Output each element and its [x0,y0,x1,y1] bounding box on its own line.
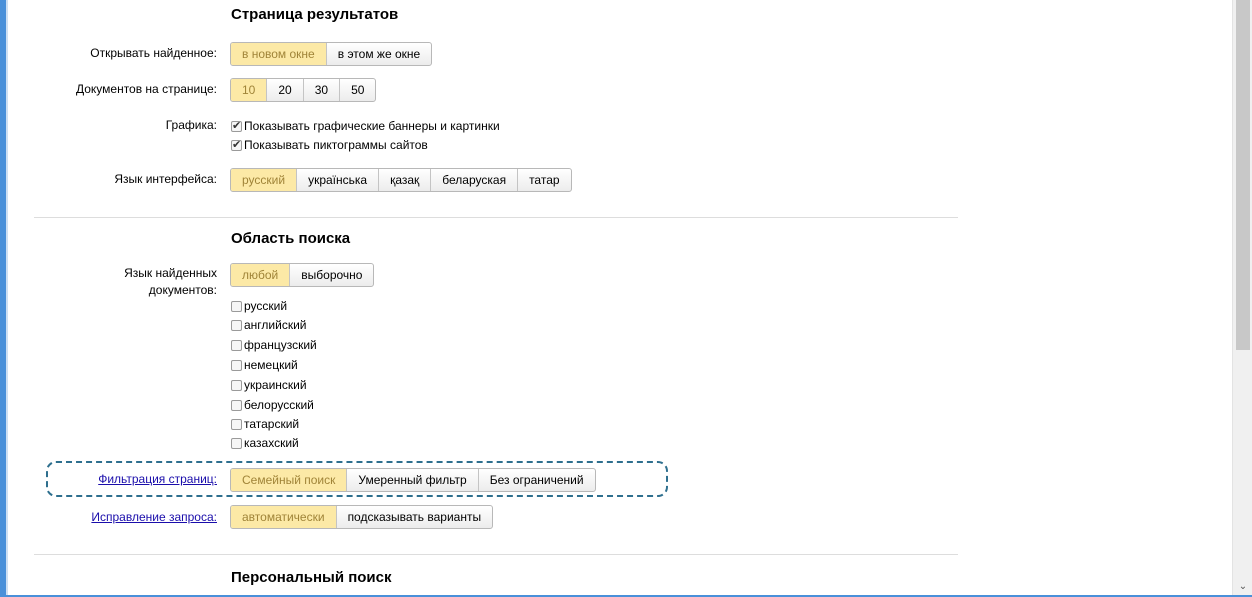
doc-lang-belarusian-option[interactable]: белорусский [231,397,314,413]
docs-per-page-10-button[interactable]: 10 [231,79,267,101]
lang-ukrainian-button[interactable]: українська [296,169,378,191]
interface-language-toggle: русский українська қазақ беларуская тата… [230,168,572,192]
docs-language-label-line2: документов: [148,283,217,297]
checkbox[interactable] [231,339,242,351]
open-same-window-button[interactable]: в этом же окне [325,43,431,65]
doc-lang-english-option[interactable]: английский [231,317,306,333]
doc-lang-french-option[interactable]: французский [231,337,317,353]
section-title-results: Страница результатов [231,6,399,23]
doc-lang-label: английский [244,318,307,332]
docs-per-page-toggle: 10 20 30 50 [230,78,377,102]
docs-language-label-line1: Язык найденных [124,266,217,280]
doc-lang-ukrainian-option[interactable]: украинский [231,377,307,393]
docs-language-selective-button[interactable]: выборочно [289,264,373,286]
moderate-filter-button[interactable]: Умеренный фильтр [346,469,477,491]
doc-lang-label: белорусский [244,398,314,412]
open-new-window-button[interactable]: в новом окне [231,43,326,65]
graphics-label: Графика: [165,118,217,132]
doc-lang-tatar-option[interactable]: татарский [231,416,299,432]
doc-lang-label: немецкий [244,358,298,372]
checkbox[interactable] [231,319,242,331]
checkbox[interactable] [231,359,242,371]
doc-lang-label: украинский [244,378,307,392]
page-filter-link[interactable]: Фильтрация страниц: [17,472,217,487]
open-found-toggle: в новом окне в этом же окне [230,42,433,66]
docs-per-page-30-button[interactable]: 30 [302,79,339,101]
doc-lang-label: татарский [244,417,300,431]
lang-russian-button[interactable]: русский [231,169,297,191]
interface-language-label: Язык интерфейса: [114,172,217,186]
vertical-scrollbar[interactable]: ⌄ [1232,0,1252,595]
query-correction-link[interactable]: Исправление запроса: [17,510,217,525]
doc-lang-kazakh-option[interactable]: казахский [231,435,299,451]
open-found-label: Открывать найденное: [90,46,217,60]
check-mark-icon[interactable] [231,118,242,134]
docs-language-toggle: любой выборочно [230,263,375,287]
doc-lang-label: русский [244,299,288,313]
auto-correction-button[interactable]: автоматически [231,506,336,528]
docs-language-any-button[interactable]: любой [231,264,290,286]
page-filter-toggle: Семейный поиск Умеренный фильтр Без огра… [230,468,596,492]
lang-belarusian-button[interactable]: беларуская [430,169,517,191]
docs-per-page-label: Документов на странице: [75,82,217,96]
suggest-variants-button[interactable]: подсказывать варианты [335,506,493,528]
show-banners-option[interactable]: Показывать графические баннеры и картинк… [231,118,500,134]
doc-lang-russian-option[interactable]: русский [231,298,287,314]
doc-lang-label: казахский [244,436,299,450]
checkbox[interactable] [231,300,242,312]
family-search-button[interactable]: Семейный поиск [231,469,347,491]
show-banners-label: Показывать графические баннеры и картинк… [244,119,500,133]
docs-per-page-50-button[interactable]: 50 [339,79,375,101]
window-frame-left-inner [6,0,8,597]
no-restrictions-button[interactable]: Без ограничений [477,469,595,491]
show-favicons-option[interactable]: Показывать пиктограммы сайтов [231,137,428,153]
check-mark-icon[interactable] [231,137,242,153]
doc-lang-label: французский [244,338,317,352]
checkbox[interactable] [231,437,242,449]
section-divider [34,217,958,218]
lang-tatar-button[interactable]: татар [517,169,570,191]
query-correction-toggle: автоматически подсказывать варианты [230,505,494,529]
chevron-down-icon[interactable]: ⌄ [1233,578,1252,595]
section-title-personal-search: Персональный поиск [231,569,392,586]
doc-lang-german-option[interactable]: немецкий [231,357,298,373]
show-favicons-label: Показывать пиктограммы сайтов [244,138,428,152]
section-divider [34,554,958,555]
checkbox[interactable] [231,418,242,430]
checkbox[interactable] [231,379,242,391]
checkbox[interactable] [231,399,242,411]
lang-kazakh-button[interactable]: қазақ [378,169,430,191]
scrollbar-thumb[interactable] [1236,0,1250,350]
docs-per-page-20-button[interactable]: 20 [266,79,302,101]
section-title-search-area: Область поиска [231,230,351,247]
